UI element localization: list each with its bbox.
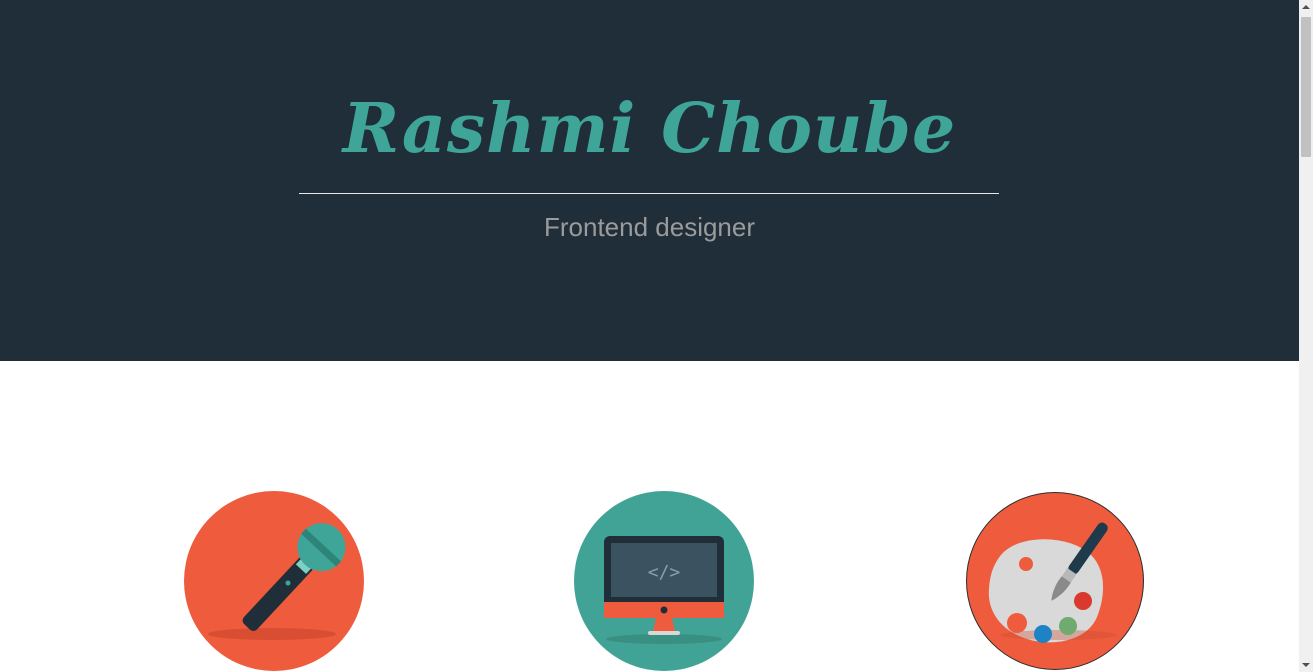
skill-painting — [966, 492, 1144, 670]
vertical-scrollbar[interactable] — [1299, 0, 1313, 672]
paint-palette-icon — [988, 522, 1117, 643]
scroll-down-arrow-icon[interactable] — [1302, 663, 1310, 667]
scrollbar-thumb[interactable] — [1301, 17, 1311, 157]
monitor-code-icon: </> — [604, 536, 724, 644]
page: Rashmi Choube Frontend designer </> — [0, 0, 1299, 672]
code-glyph: </> — [648, 562, 681, 583]
hero-header: Rashmi Choube Frontend designer — [0, 0, 1299, 361]
page-title: Rashmi Choube — [342, 89, 957, 169]
skill-microphone — [184, 491, 364, 671]
divider — [299, 193, 999, 194]
page-subtitle: Frontend designer — [543, 212, 756, 242]
scroll-up-arrow-icon[interactable] — [1302, 5, 1310, 9]
skill-coding: </> — [574, 491, 754, 671]
microphone-icon — [208, 523, 346, 640]
